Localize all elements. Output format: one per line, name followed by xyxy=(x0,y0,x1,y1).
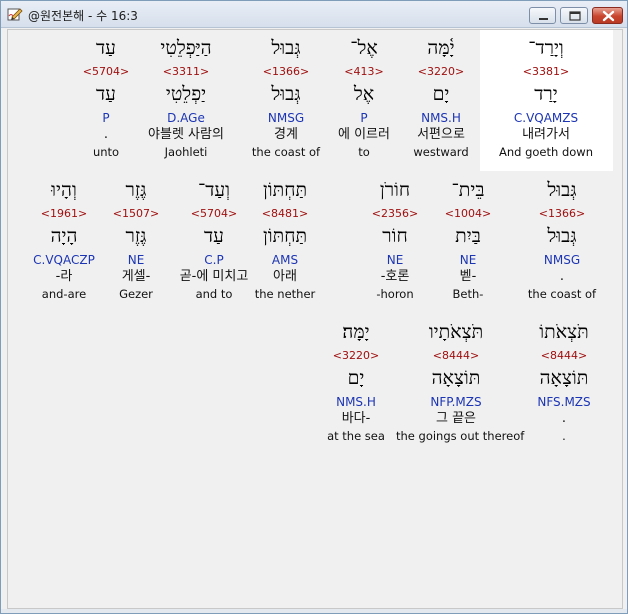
strong-number-link[interactable]: <3220> xyxy=(296,349,416,363)
strong-number-link[interactable]: <1961> xyxy=(4,207,124,221)
maximize-icon xyxy=(569,11,581,21)
korean-gloss: 내려가서 xyxy=(522,127,570,142)
hebrew-word: יָמָּה׃ xyxy=(342,321,370,343)
window-title: @원전본해 - 수 16:3 xyxy=(28,9,138,23)
lemma-word: הָיָה xyxy=(50,225,78,247)
morphology-code: NFS.MZS xyxy=(537,395,591,409)
korean-gloss: -라 xyxy=(55,269,73,284)
close-button[interactable] xyxy=(592,7,623,24)
edit-app-icon xyxy=(7,8,23,21)
morphology-code: NMS.H xyxy=(336,395,376,409)
korean-gloss: . xyxy=(103,127,109,142)
minimize-icon xyxy=(539,18,548,20)
lemma-word: תּוֹצָאָה xyxy=(539,367,589,389)
strong-number-link[interactable]: <8444> xyxy=(504,349,624,363)
minimize-button[interactable] xyxy=(529,7,556,24)
morphology-code: C.VQAMZS xyxy=(513,111,579,125)
korean-gloss: 바다- xyxy=(341,411,371,426)
english-gloss: -horon xyxy=(376,287,414,301)
strong-number-link[interactable]: <3381> xyxy=(486,65,606,79)
lemma-word: חוֹר xyxy=(382,225,408,247)
english-gloss: at the sea xyxy=(327,429,385,443)
morphology-code: C.VQACZP xyxy=(33,253,95,267)
strong-number-link[interactable]: <5704> xyxy=(46,65,166,79)
english-gloss: And goeth down xyxy=(498,145,593,159)
strong-number-link[interactable]: <2356> xyxy=(335,207,455,221)
window-bottom-edge xyxy=(1,609,627,613)
hebrew-word: חוֹרֹן xyxy=(379,179,411,201)
lemma-word: יָרַד xyxy=(534,83,558,105)
title-bar[interactable]: @원전본해 - 수 16:3 xyxy=(1,1,627,28)
app-window: @원전본해 - 수 16:3 וְיָרַד־ <3381> יָרַד C.VQAM… xyxy=(0,0,628,614)
morphology-code: NE xyxy=(386,253,404,267)
english-gloss: and-are xyxy=(41,287,87,301)
lemma-word: יָם xyxy=(347,367,365,389)
korean-gloss: -호론 xyxy=(380,269,410,284)
hebrew-word: וְהָיוּ xyxy=(51,179,77,201)
maximize-button[interactable] xyxy=(560,7,588,24)
hebrew-word: תֹּצְאֹתוֹ xyxy=(539,321,589,343)
hebrew-word: וְיָרַד־ xyxy=(528,37,564,59)
english-gloss: unto xyxy=(92,145,120,159)
hebrew-word: עַד xyxy=(96,37,116,59)
lemma-word: עַד xyxy=(96,83,116,105)
interlinear-pane: וְיָרַד־ <3381> יָרַד C.VQAMZS 내려가서 And goeth… xyxy=(7,29,623,609)
korean-gloss: . xyxy=(561,411,567,426)
morphology-code: P xyxy=(102,111,110,125)
close-icon xyxy=(602,10,615,22)
